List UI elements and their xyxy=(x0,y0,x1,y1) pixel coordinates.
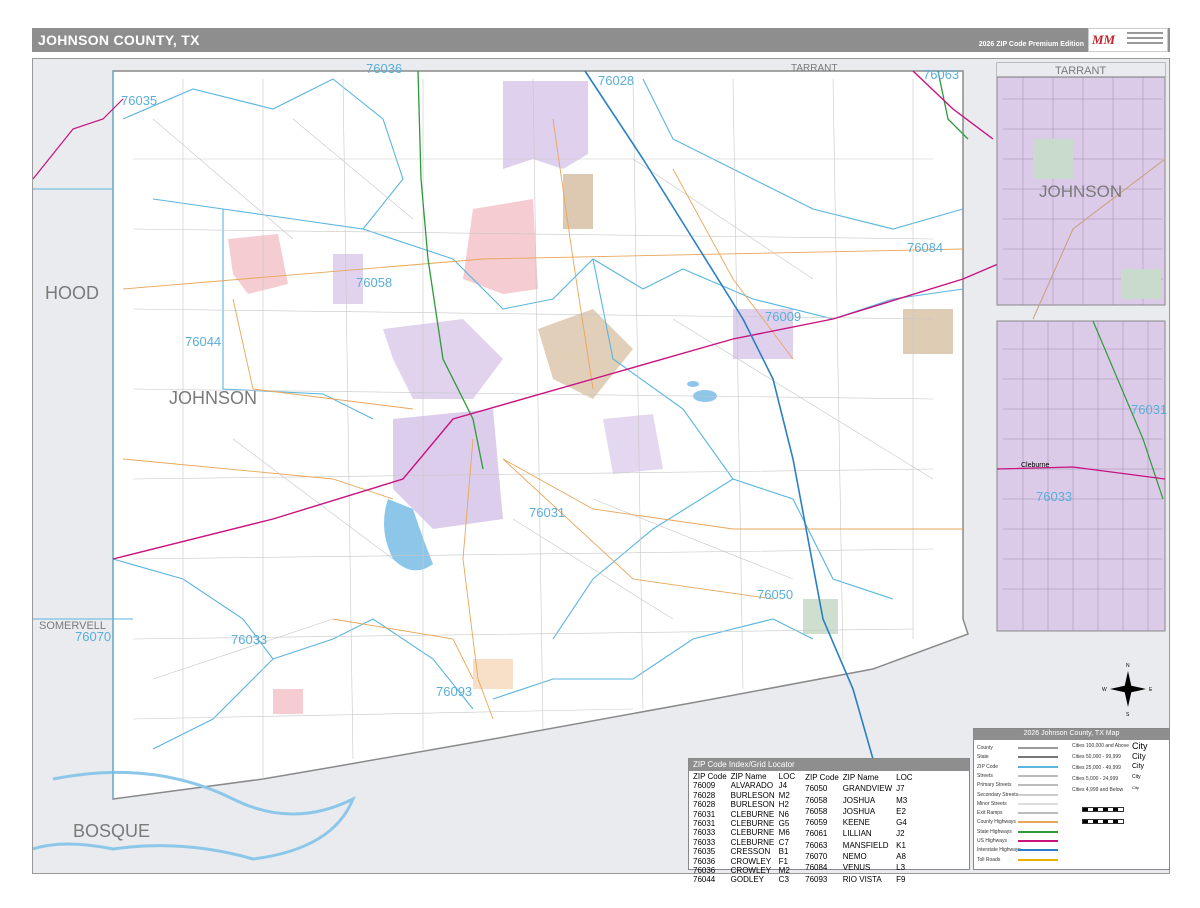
legend-line-swatch xyxy=(1018,784,1058,787)
legend-row-label: County Highways xyxy=(977,819,1016,826)
zip-index-table: ZIP Code Index/Grid Locator ZIP Code ZIP… xyxy=(688,758,970,884)
zip-index-row: 76070 NEMO A8 xyxy=(805,851,906,861)
inset-map-cleburne[interactable]: 76031 76033 Cleburne xyxy=(996,320,1167,632)
inset2-zip-76031: 76031 xyxy=(1131,402,1167,417)
zip-index-row: 76033 CLEBURNE M6 xyxy=(693,828,790,838)
legend-line-swatch xyxy=(1018,812,1058,815)
inset-map-north[interactable]: TARRANT JOHNSON xyxy=(996,62,1166,320)
legend-title: 2026 Johnson County, TX Map xyxy=(974,729,1169,740)
legend-row-label: Secondary Streets xyxy=(977,791,1019,798)
legend-city-size: Cities 100,000 and Above xyxy=(1072,743,1129,749)
zip-label-76050: 76050 xyxy=(757,587,793,602)
county-label-hood: HOOD xyxy=(45,283,99,303)
svg-text:W: W xyxy=(1102,687,1107,693)
legend-row-label: Exit Ramps xyxy=(977,810,1003,817)
zip-label-76084: 76084 xyxy=(907,240,943,255)
zip-index-row: 76031 CLEBURNE N6 xyxy=(693,809,789,819)
zip-index-row: 76036 CROWLEY M2 xyxy=(693,866,790,876)
legend-line-swatch xyxy=(1018,840,1058,842)
legend-line-swatch xyxy=(1018,821,1058,824)
zip-label-76031: 76031 xyxy=(529,505,565,520)
legend-line-swatch xyxy=(1018,756,1058,759)
legend-city-size: Cities 4,999 and Below xyxy=(1072,787,1124,793)
zip-label-76036: 76036 xyxy=(366,61,402,76)
zip-index-row: 76063 MANSFIELD K1 xyxy=(805,840,906,850)
legend-line-swatch xyxy=(1018,793,1058,796)
zip-index-row: 76033 CLEBURNE C7 xyxy=(693,837,789,847)
logo-icon: MM xyxy=(1092,32,1116,47)
county-label-tarrant: TARRANT xyxy=(791,63,837,74)
title-bar: JOHNSON COUNTY, TX 2026 ZIP Code Premium… xyxy=(32,28,1170,52)
legend-row-label: County xyxy=(977,745,993,751)
inset1-label-johnson: JOHNSON xyxy=(1039,182,1122,201)
zip-label-76070: 76070 xyxy=(75,629,111,644)
zip-index-row: 76009 ALVARADO J4 xyxy=(693,781,788,791)
publisher-logo: MM xyxy=(1088,28,1168,52)
zip-label-76028: 76028 xyxy=(598,73,634,88)
county-label-bosque: BOSQUE xyxy=(73,821,150,841)
svg-text:N: N xyxy=(1126,663,1130,669)
legend-row-label: ZIP Code xyxy=(977,763,999,770)
legend-row-label: US Highways xyxy=(977,838,1008,844)
zip-index-row: 76093 RIO VISTA F9 xyxy=(805,874,906,884)
legend-line-swatch xyxy=(1018,765,1058,768)
inset2-zip-76033: 76033 xyxy=(1036,489,1072,504)
zip-index-row: 76084 VENUS L3 xyxy=(805,863,906,873)
zip-index-row: 76061 LILLIAN J2 xyxy=(805,829,905,839)
legend-city-size: Cities 25,000 - 49,999 xyxy=(1072,765,1121,771)
scale-bar-km-icon xyxy=(1082,819,1124,824)
zip-index-title: ZIP Code Index/Grid Locator xyxy=(689,759,969,771)
zip-index-row: 76050 GRANDVIEW J7 xyxy=(805,784,905,794)
edition-label: 2026 ZIP Code Premium Edition xyxy=(978,41,1084,48)
legend-city-sample: City xyxy=(1132,785,1139,790)
legend-row-label: Streets xyxy=(977,772,993,779)
legend-line-swatch xyxy=(1018,858,1058,861)
zip-label-76063: 76063 xyxy=(923,67,959,82)
zip-index-row: 76031 CLEBURNE G5 xyxy=(693,819,790,829)
legend-line-swatch xyxy=(1018,747,1058,749)
inset2-city-cleburne: Cleburne xyxy=(1021,462,1050,469)
zip-index-row: 76028 BURLESON H2 xyxy=(693,800,789,810)
zip-index-row: 76036 CROWLEY F1 xyxy=(693,856,789,866)
zip-index-row: 76044 GODLEY C3 xyxy=(693,875,789,885)
legend-city-size: Cities 50,000 - 99,999 xyxy=(1072,754,1121,760)
legend-line-swatch xyxy=(1018,802,1058,805)
zip-label-76044: 76044 xyxy=(185,334,221,349)
zip-index-row: 76035 CRESSON B1 xyxy=(693,847,789,857)
zip-index-row: 76058 JOSHUA M3 xyxy=(805,795,908,805)
scale-bar-icon xyxy=(1082,807,1124,812)
legend-row-label: Primary Streets xyxy=(977,782,1012,789)
legend-city-sample: City xyxy=(1132,774,1141,780)
zip-index-left: ZIP Code ZIP Name LOC 76009 ALVARADO J4 760… xyxy=(693,772,796,885)
zip-label-76093: 76093 xyxy=(436,684,472,699)
inset1-label-tarrant: TARRANT xyxy=(1055,65,1106,77)
zip-label-76033: 76033 xyxy=(231,632,267,647)
legend-line-swatch xyxy=(1018,849,1058,852)
legend-row-label: Toll Roads xyxy=(977,856,1001,863)
county-label-johnson: JOHNSON xyxy=(169,388,257,408)
zip-label-76058: 76058 xyxy=(356,275,392,290)
legend-row-label: State xyxy=(977,754,989,761)
map-title: JOHNSON COUNTY, TX xyxy=(38,32,200,48)
legend-line-swatch xyxy=(1018,774,1058,777)
zip-label-76009: 76009 xyxy=(765,309,801,324)
legend-city-sample: City xyxy=(1132,763,1145,770)
zip-index-row: 76058 JOSHUA E2 xyxy=(805,806,906,816)
legend-row-label: Interstate Highways xyxy=(977,847,1021,854)
map-legend: 2026 Johnson County, TX Map County State Z… xyxy=(973,728,1170,870)
legend-city-sample: City xyxy=(1132,752,1146,761)
zip-index-right: ZIP Code ZIP Name LOC 76050 GRANDVIEW J7 76… xyxy=(805,772,913,884)
legend-row-label: State Highways xyxy=(977,828,1012,835)
zip-label-76035: 76035 xyxy=(121,93,157,108)
zip-index-row: 76028 BURLESON M2 xyxy=(693,790,790,800)
legend-line-swatch xyxy=(1018,830,1058,833)
zip-index-row: 76059 KEENE G4 xyxy=(805,818,907,828)
legend-row-label: Minor Streets xyxy=(977,800,1007,807)
legend-city-sample: City xyxy=(1132,741,1148,751)
legend-city-size: Cities 5,000 - 24,999 xyxy=(1072,776,1119,782)
